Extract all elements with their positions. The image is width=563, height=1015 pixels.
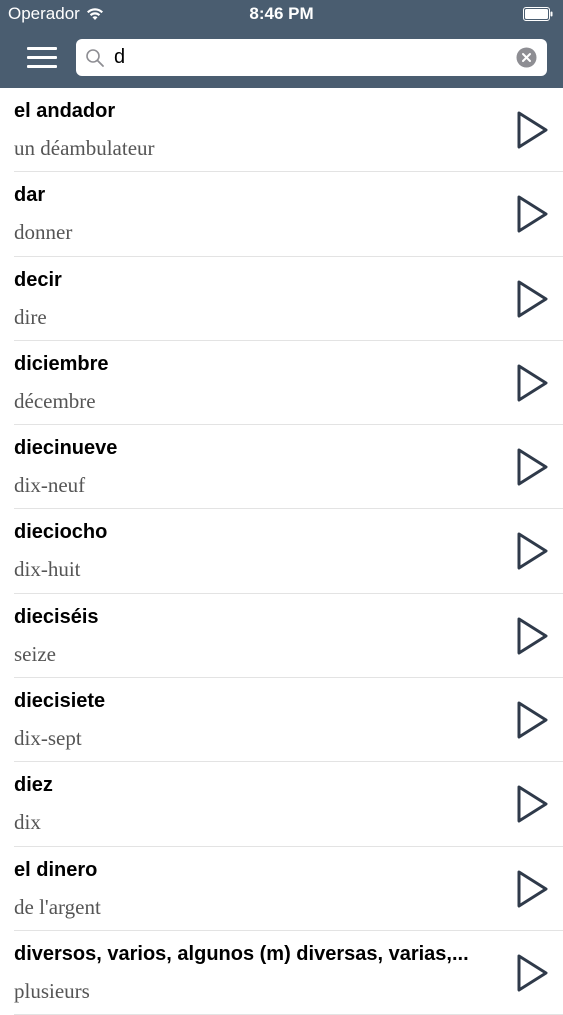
term-text: el andador [14,100,116,122]
term-text: diez [14,774,53,797]
translation-text: dix-neuf [14,473,86,498]
status-time: 8:46 PM [249,4,314,23]
translation-text: seize [14,641,56,666]
translation-text: donner [14,220,73,245]
term-text: diecinueve [14,437,118,460]
play-icon[interactable] [515,869,549,909]
search-icon [86,49,104,67]
search-input[interactable] [114,43,504,72]
list-item[interactable]: dieciséis seize [0,594,563,679]
list-item[interactable]: el dinero de l'argent [0,847,563,932]
translation-text: dix-sept [14,726,82,751]
menu-button[interactable] [22,43,62,73]
list-item[interactable]: dar donner [0,172,563,257]
term-text: diversos, varios, algunos (m) diversas, … [14,942,469,965]
word-list: el andador un déambulateur dar donner de… [0,88,563,1015]
term-text: dar [14,184,46,207]
play-icon[interactable] [515,700,549,740]
play-icon[interactable] [515,784,549,824]
translation-text: plusieurs [14,978,90,1003]
translation-text: décembre [14,388,96,413]
translation-text: dix [14,810,41,835]
term-text: el dinero [14,858,98,881]
list-item[interactable]: el andador un déambulateur [0,88,563,173]
list-item[interactable]: diez dix [0,762,563,847]
term-text: dieciséis [14,605,99,628]
term-text: dieciocho [14,521,108,544]
list-item[interactable]: diciembre décembre [0,341,563,426]
term-text: diciembre [14,352,109,375]
term-text: decir [14,268,62,291]
translation-text: un déambulateur [14,136,155,160]
app-header: Operador 8:46 PM [0,0,563,88]
list-item[interactable]: diversos, varios, algunos (m) diversas, … [0,931,563,1015]
translation-text: dire [14,304,47,329]
translation-text: dix-huit [14,557,81,582]
play-icon[interactable] [515,194,549,234]
play-icon[interactable] [515,447,549,487]
battery-icon [523,7,553,21]
play-icon[interactable] [515,531,549,571]
clear-icon[interactable] [516,47,537,68]
status-bar: Operador 8:46 PM [0,0,563,30]
term-text: diecisiete [14,690,106,713]
list-item[interactable]: diecisiete dix-sept [0,678,563,763]
play-icon[interactable] [515,953,549,993]
play-icon[interactable] [515,363,549,403]
translation-text: de l'argent [14,894,101,919]
list-item[interactable]: dieciocho dix-huit [0,509,563,595]
play-icon[interactable] [515,616,549,656]
play-icon[interactable] [515,110,549,150]
list-item[interactable]: diecinueve dix-neuf [0,425,563,510]
list-item[interactable]: decir dire [0,257,563,342]
play-icon[interactable] [515,279,549,319]
search-bar [76,39,547,76]
